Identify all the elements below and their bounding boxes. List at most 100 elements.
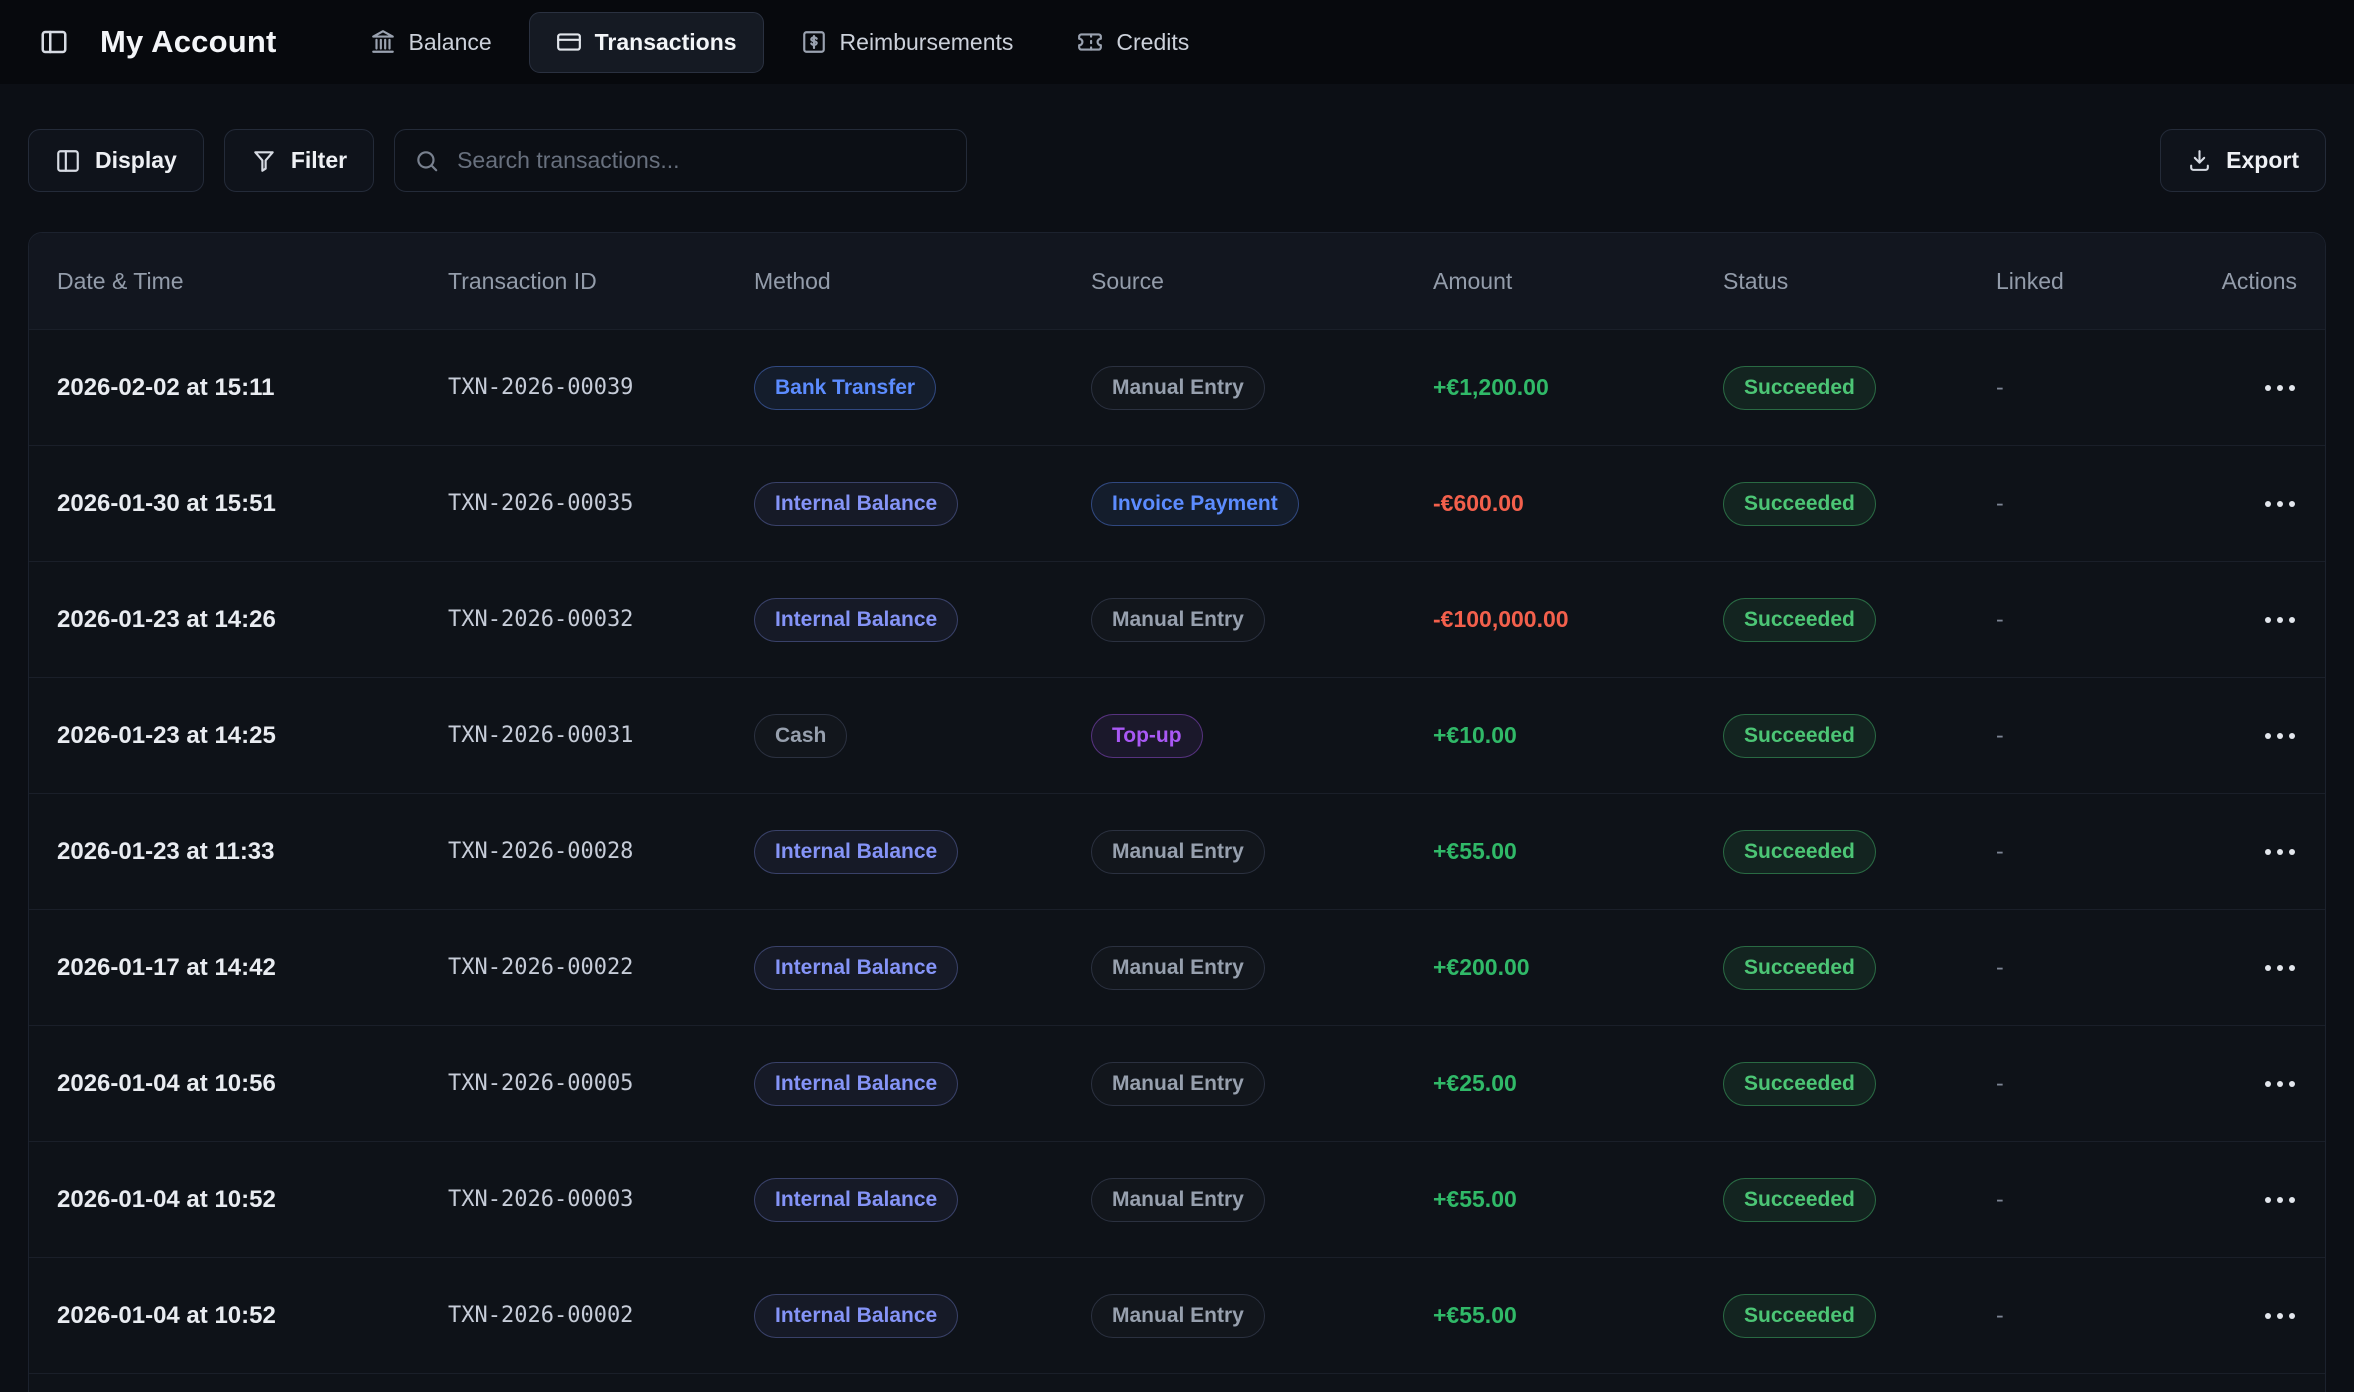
cell-source: Top-up	[1091, 714, 1433, 758]
export-button[interactable]: Export	[2160, 129, 2326, 192]
ellipsis-icon	[2265, 1313, 2271, 1319]
cell-method: Internal Balance	[754, 1062, 1091, 1106]
cell-method: Internal Balance	[754, 1294, 1091, 1338]
tab-reimbursements[interactable]: Reimbursements	[774, 12, 1041, 73]
column-header-linked: Linked	[1996, 268, 2181, 295]
status-badge: Succeeded	[1723, 598, 1876, 642]
tab-balance[interactable]: Balance	[343, 12, 519, 73]
method-badge: Internal Balance	[754, 1178, 958, 1222]
cell-method: Cash	[754, 714, 1091, 758]
method-badge: Internal Balance	[754, 482, 958, 526]
row-actions-button[interactable]	[2263, 1187, 2297, 1213]
cell-source: Manual Entry	[1091, 598, 1433, 642]
tab-bar: Balance TransactionsReimbursementsCredits	[343, 12, 1217, 73]
download-icon	[2187, 148, 2212, 173]
row-actions-button[interactable]	[2263, 491, 2297, 517]
columns-icon	[55, 148, 81, 174]
sidebar-panel-icon	[39, 27, 69, 57]
cell-linked: -	[1996, 606, 2181, 633]
cell-linked: -	[1996, 838, 2181, 865]
cell-linked: -	[1996, 1070, 2181, 1097]
sidebar-toggle-button[interactable]	[32, 20, 76, 64]
method-badge: Internal Balance	[754, 830, 958, 874]
cell-transaction-id: TXN-2026-00028	[448, 839, 754, 864]
row-actions-button[interactable]	[2263, 839, 2297, 865]
next-row-partial	[29, 1373, 2325, 1392]
cell-source: Manual Entry	[1091, 830, 1433, 874]
cell-source: Manual Entry	[1091, 946, 1433, 990]
source-badge: Manual Entry	[1091, 946, 1265, 990]
tab-transactions[interactable]: Transactions	[529, 12, 764, 73]
table-row[interactable]: 2026-01-17 at 14:42TXN-2026-00022Interna…	[29, 909, 2325, 1025]
column-header-source: Source	[1091, 268, 1433, 295]
search-box	[394, 129, 967, 192]
source-badge: Manual Entry	[1091, 1178, 1265, 1222]
row-actions-button[interactable]	[2263, 955, 2297, 981]
column-header-status: Status	[1723, 268, 1996, 295]
method-badge: Cash	[754, 714, 847, 758]
source-badge: Manual Entry	[1091, 1062, 1265, 1106]
cell-source: Manual Entry	[1091, 1178, 1433, 1222]
status-badge: Succeeded	[1723, 1062, 1876, 1106]
page-title: My Account	[100, 24, 277, 60]
filter-button[interactable]: Filter	[224, 129, 374, 192]
display-button[interactable]: Display	[28, 129, 204, 192]
row-actions-button[interactable]	[2263, 723, 2297, 749]
cell-transaction-id: TXN-2026-00035	[448, 491, 754, 516]
table-row[interactable]: 2026-01-04 at 10:52TXN-2026-00003Interna…	[29, 1141, 2325, 1257]
table-row[interactable]: 2026-01-30 at 15:51TXN-2026-00035Interna…	[29, 445, 2325, 561]
tab-label: Balance	[409, 29, 492, 56]
top-bar: My Account Balance TransactionsReimbursem…	[0, 0, 2354, 84]
credit-card-icon	[556, 29, 582, 55]
cell-actions	[2263, 839, 2297, 865]
cell-datetime: 2026-02-02 at 15:11	[57, 374, 448, 402]
status-badge: Succeeded	[1723, 1294, 1876, 1338]
search-input[interactable]	[394, 129, 967, 192]
dollar-square-icon	[801, 29, 827, 55]
table-row[interactable]: 2026-01-04 at 10:56TXN-2026-00005Interna…	[29, 1025, 2325, 1141]
source-badge: Manual Entry	[1091, 830, 1265, 874]
cell-method: Internal Balance	[754, 482, 1091, 526]
cell-datetime: 2026-01-23 at 14:25	[57, 722, 448, 750]
status-badge: Succeeded	[1723, 366, 1876, 410]
display-button-label: Display	[95, 147, 177, 174]
cell-status: Succeeded	[1723, 830, 1996, 874]
cell-linked: -	[1996, 1186, 2181, 1213]
cell-datetime: 2026-01-17 at 14:42	[57, 954, 448, 982]
status-badge: Succeeded	[1723, 482, 1876, 526]
transactions-table: Date & TimeTransaction IDMethodSourceAmo…	[28, 232, 2326, 1392]
table-row[interactable]: 2026-01-23 at 11:33TXN-2026-00028Interna…	[29, 793, 2325, 909]
table-row[interactable]: 2026-02-02 at 15:11TXN-2026-00039Bank Tr…	[29, 329, 2325, 445]
row-actions-button[interactable]	[2263, 1071, 2297, 1097]
cell-transaction-id: TXN-2026-00003	[448, 1187, 754, 1212]
column-header-date-time: Date & Time	[57, 268, 448, 295]
ellipsis-icon	[2265, 385, 2271, 391]
table-row[interactable]: 2026-01-04 at 10:52TXN-2026-00002Interna…	[29, 1257, 2325, 1373]
table-row[interactable]: 2026-01-23 at 14:25TXN-2026-00031CashTop…	[29, 677, 2325, 793]
table-row[interactable]: 2026-01-23 at 14:26TXN-2026-00032Interna…	[29, 561, 2325, 677]
row-actions-button[interactable]	[2263, 1303, 2297, 1329]
cell-source: Manual Entry	[1091, 1062, 1433, 1106]
ellipsis-icon	[2265, 501, 2271, 507]
cell-actions	[2263, 1071, 2297, 1097]
source-badge: Manual Entry	[1091, 1294, 1265, 1338]
tab-credits[interactable]: Credits	[1050, 12, 1216, 73]
cell-transaction-id: TXN-2026-00005	[448, 1071, 754, 1096]
ellipsis-icon	[2265, 1197, 2271, 1203]
cell-method: Internal Balance	[754, 830, 1091, 874]
cell-actions	[2263, 607, 2297, 633]
cell-linked: -	[1996, 490, 2181, 517]
cell-amount: +€1,200.00	[1433, 374, 1723, 401]
filter-funnel-icon	[251, 148, 277, 174]
cell-source: Manual Entry	[1091, 1294, 1433, 1338]
ellipsis-icon	[2265, 1081, 2271, 1087]
cell-linked: -	[1996, 374, 2181, 401]
column-header-actions: Actions	[2222, 268, 2297, 295]
row-actions-button[interactable]	[2263, 607, 2297, 633]
cell-linked: -	[1996, 954, 2181, 981]
cell-method: Internal Balance	[754, 1178, 1091, 1222]
row-actions-button[interactable]	[2263, 375, 2297, 401]
cell-datetime: 2026-01-23 at 14:26	[57, 606, 448, 634]
cell-method: Internal Balance	[754, 598, 1091, 642]
filter-button-label: Filter	[291, 147, 347, 174]
